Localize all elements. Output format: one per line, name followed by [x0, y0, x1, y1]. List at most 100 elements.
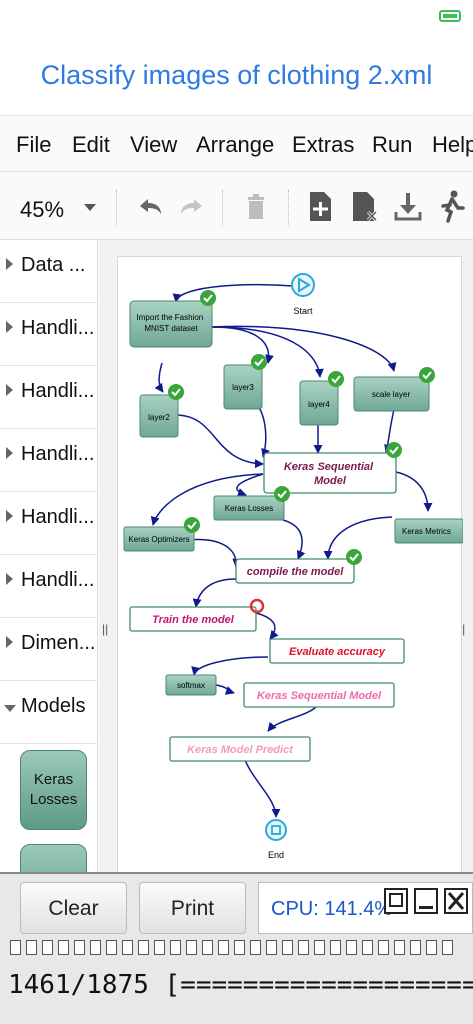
console-cell	[410, 940, 421, 955]
console-cell	[170, 940, 181, 955]
close-document-icon[interactable]	[344, 186, 384, 226]
sidebar-section-label: Dimen...	[21, 632, 96, 654]
diagram-canvas[interactable]: || ||	[99, 240, 473, 880]
undo-icon[interactable]	[130, 186, 170, 226]
restore-window-icon[interactable]	[384, 888, 408, 914]
node-seq2-label: Keras Sequential Model	[257, 690, 382, 702]
node-optimizers-label: Keras Optimizers	[128, 535, 189, 544]
redo-icon[interactable]	[172, 186, 212, 226]
sidebar-section-label: Handli...	[21, 380, 95, 402]
console-cell	[442, 940, 453, 955]
console-cell	[106, 940, 117, 955]
node-seq1-line-2: Model	[314, 475, 347, 487]
menu-view[interactable]: View	[130, 132, 177, 158]
console-cell	[26, 940, 37, 955]
console-cell	[234, 940, 245, 955]
console-cell	[202, 940, 213, 955]
toolbar-divider	[222, 190, 223, 226]
node-losses-label: Keras Losses	[225, 504, 273, 513]
chevron-right-icon	[6, 258, 13, 270]
console-cell	[74, 940, 85, 955]
toolbar-divider	[116, 190, 117, 226]
menu-arrange[interactable]: Arrange	[196, 132, 274, 158]
download-icon[interactable]	[388, 186, 428, 226]
check-icon	[345, 548, 363, 566]
menu-help[interactable]: Help	[432, 132, 473, 158]
node-evaluate-label: Evaluate accuracy	[289, 646, 386, 658]
node-metrics-label: Keras Metrics	[402, 527, 451, 536]
node-softmax-label: softmax	[177, 681, 205, 690]
node-layer2-label: layer2	[148, 413, 170, 422]
console-cell	[90, 940, 101, 955]
node-compile-label: compile the model	[247, 566, 345, 578]
start-label: Start	[293, 306, 313, 316]
sidebar-section-handling-2[interactable]: Handli...	[0, 366, 97, 429]
close-window-icon[interactable]	[444, 888, 468, 914]
chevron-right-icon	[6, 321, 13, 333]
edge-seq-metrics	[395, 471, 433, 512]
sidebar-section-data[interactable]: Data ...	[0, 240, 97, 303]
sidebar-section-handling-3[interactable]: Handli...	[0, 429, 97, 492]
console-cell	[10, 940, 21, 955]
console-cell-row	[0, 940, 473, 960]
toolbar-divider	[288, 190, 289, 226]
chevron-right-icon	[6, 384, 13, 396]
status-bar	[0, 0, 473, 30]
clear-button[interactable]: Clear	[20, 882, 127, 934]
console-cell	[394, 940, 405, 955]
sidebar-section-label: Handli...	[21, 506, 95, 528]
node-seq1-line-1: Keras Sequential	[284, 461, 374, 473]
splitter-grip-left[interactable]: ||	[102, 622, 108, 636]
node-scale-label: scale layer	[372, 390, 411, 399]
menu-extras[interactable]: Extras	[292, 132, 354, 158]
sidebar-section-label: Handli...	[21, 569, 95, 591]
new-document-icon[interactable]	[300, 186, 340, 226]
zoom-select[interactable]: 45%	[20, 197, 64, 223]
sidebar-section-handling-5[interactable]: Handli...	[0, 555, 97, 618]
sidebar-section-dimensions[interactable]: Dimen...	[0, 618, 97, 681]
edge-seq2-predict	[267, 704, 319, 732]
chevron-right-icon	[6, 636, 13, 648]
console-cell	[266, 940, 277, 955]
end-node[interactable]	[265, 819, 287, 841]
sidebar-section-handling-1[interactable]: Handli...	[0, 303, 97, 366]
end-label: End	[268, 850, 284, 860]
menu-run[interactable]: Run	[372, 132, 412, 158]
node-import-line-1: Import the Fashion	[137, 313, 204, 322]
check-icon	[327, 370, 345, 388]
edge-optimizers-compile	[187, 538, 242, 568]
sidebar-section-label: Handli...	[21, 317, 95, 339]
check-icon	[167, 383, 185, 401]
edge-layer2-seq	[177, 414, 264, 469]
check-icon	[250, 353, 268, 371]
sidebar-section-models[interactable]: Models	[0, 681, 97, 744]
menu-file[interactable]: File	[16, 132, 51, 158]
title-bar: Classify images of clothing 2.xml	[0, 30, 473, 116]
console-panel: Clear Print CPU: 141.4% 1461/1875 [=====…	[0, 872, 473, 1024]
console-cell	[154, 940, 165, 955]
sidebar-section-label: Models	[21, 695, 86, 717]
edge-start-import	[172, 283, 293, 303]
delete-icon[interactable]	[236, 186, 276, 226]
edge-losses-compile	[282, 519, 306, 560]
console-cell	[122, 940, 133, 955]
check-icon	[183, 516, 201, 534]
sidebar-section-handling-4[interactable]: Handli...	[0, 492, 97, 555]
edge-import-layer2	[154, 362, 164, 393]
close-icon	[447, 892, 465, 910]
chevron-right-icon	[6, 510, 13, 522]
palette-keras-losses[interactable]: Keras Losses	[20, 750, 87, 830]
run-icon[interactable]	[432, 186, 472, 226]
console-cell	[218, 940, 229, 955]
menu-edit[interactable]: Edit	[72, 132, 110, 158]
edge-softmax-seq2	[215, 684, 235, 695]
print-button[interactable]: Print	[139, 882, 246, 934]
minimize-window-icon[interactable]	[414, 888, 438, 914]
node-import-line-2: MNIST dataset	[144, 324, 198, 333]
menu-bar: File Edit View Arrange Extras Run Help	[0, 116, 473, 172]
chevron-right-icon	[6, 573, 13, 585]
chevron-down-icon[interactable]	[84, 204, 96, 211]
check-icon	[418, 366, 436, 384]
console-cell	[362, 940, 373, 955]
node-train-label: Train the model	[152, 614, 235, 626]
